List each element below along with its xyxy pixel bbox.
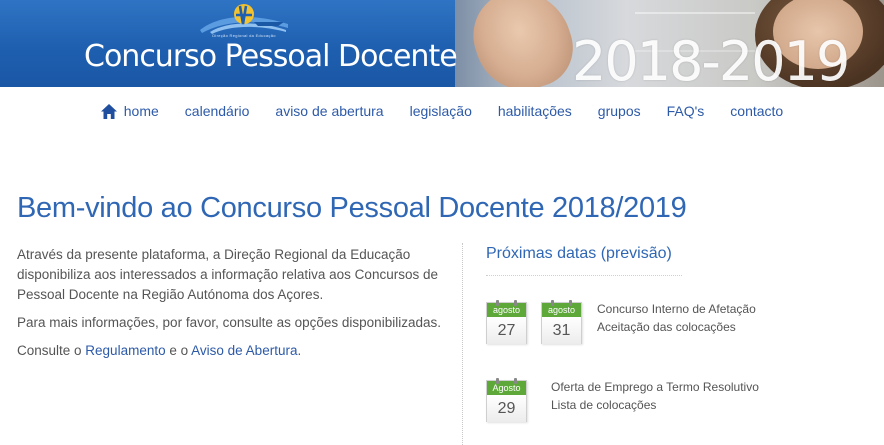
upcoming-dates-title: Próximas datas (previsão): [486, 245, 672, 262]
event-detail: Lista de colocações: [551, 398, 657, 412]
header-banner: Direção Regional da Educação Concurso Pe…: [0, 0, 884, 87]
calendar-day: 31: [542, 317, 581, 344]
calendar-icon: agosto 27: [486, 300, 527, 344]
intro-text-suffix: .: [297, 343, 302, 358]
intro-text: Através da presente plataforma, a Direçã…: [17, 245, 447, 369]
nav-item-home[interactable]: home: [88, 103, 172, 119]
calendar-icon: Agosto 29: [486, 378, 527, 422]
main-nav: home calendário aviso de abertura legisl…: [0, 98, 884, 124]
intro-paragraph: Através da presente plataforma, a Direçã…: [17, 247, 438, 302]
upcoming-dates-rule: [486, 275, 682, 276]
nav-item-contacto[interactable]: contacto: [717, 103, 796, 119]
site-years: 2018-2019: [572, 30, 850, 87]
dre-logo-icon[interactable]: [196, 2, 292, 36]
column-divider: [462, 243, 463, 445]
nav-item-label: home: [123, 103, 159, 119]
event-title: Concurso Interno de Afetação: [597, 302, 756, 316]
event-title: Oferta de Emprego a Termo Resolutivo: [551, 380, 759, 394]
calendar-month: agosto: [487, 303, 526, 317]
event-item: Oferta de Emprego a Termo Resolutivo Lis…: [551, 378, 759, 414]
regulamento-link[interactable]: Regulamento: [85, 343, 165, 358]
home-icon: [100, 103, 117, 119]
calendar-day: 29: [487, 395, 526, 422]
nav-item-faqs[interactable]: FAQ's: [654, 103, 718, 119]
nav-item-legislacao[interactable]: legislação: [397, 103, 485, 119]
hand-with-chalk-image: [461, 0, 584, 87]
intro-paragraph-links: Consulte o Regulamento e o Aviso de Aber…: [17, 341, 447, 361]
intro-text-middle: e o: [165, 343, 192, 358]
calendar-day: 27: [487, 317, 526, 344]
intro-paragraph: Para mais informações, por favor, consul…: [17, 315, 441, 330]
site-title: Concurso Pessoal Docente: [84, 39, 458, 74]
calendar-month: agosto: [542, 303, 581, 317]
intro-text-prefix: Consulte o: [17, 343, 86, 358]
calendar-icon: agosto 31: [541, 300, 582, 344]
nav-item-grupos[interactable]: grupos: [585, 103, 654, 119]
nav-item-habilitacoes[interactable]: habilitações: [485, 103, 585, 119]
aviso-de-abertura-link[interactable]: Aviso de Abertura: [191, 343, 297, 358]
nav-item-aviso-de-abertura[interactable]: aviso de abertura: [262, 103, 396, 119]
page-title: Bem-vindo ao Concurso Pessoal Docente 20…: [17, 192, 687, 224]
event-item: Concurso Interno de Afetação Aceitação d…: [597, 300, 756, 336]
nav-item-calendario[interactable]: calendário: [172, 103, 263, 119]
calendar-month: Agosto: [487, 381, 526, 395]
event-detail: Aceitação das colocações: [597, 320, 736, 334]
